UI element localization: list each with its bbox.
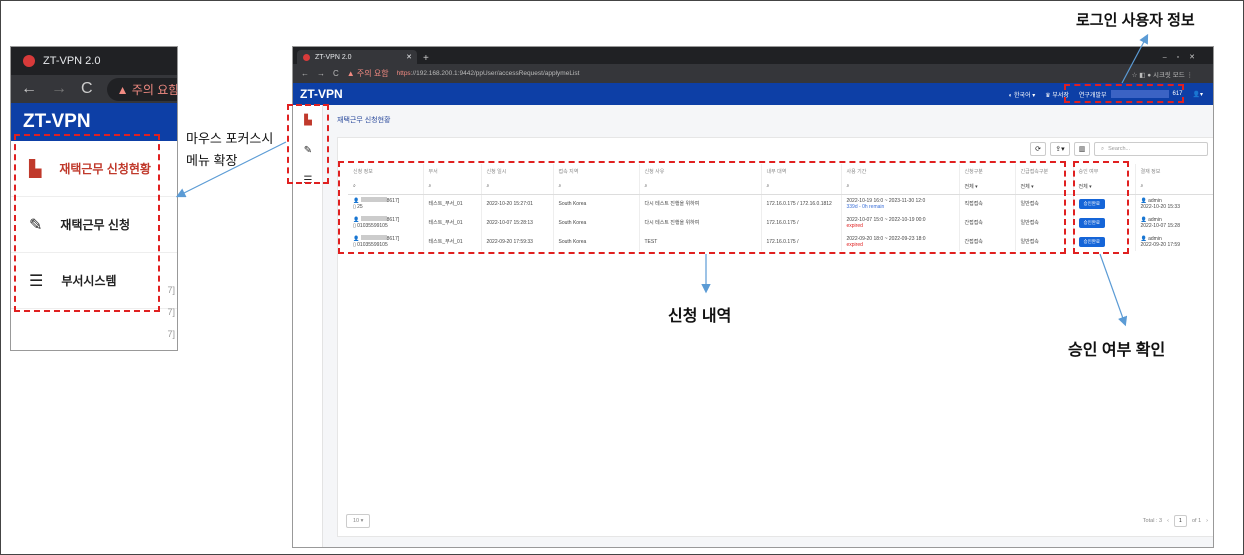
next-page-icon[interactable]: › bbox=[1206, 518, 1208, 524]
reload-icon[interactable]: C bbox=[81, 80, 93, 98]
reload-icon[interactable]: C bbox=[333, 69, 339, 78]
cut-off-text: 7] 7] 7] bbox=[167, 285, 175, 339]
table-footer: 10 ▾ Total : 3 ‹ 1 of 1 › bbox=[346, 514, 1208, 528]
approve-date: 2022-09-20 17:59 bbox=[1140, 241, 1180, 248]
user-menu-icon[interactable]: 👤▾ bbox=[1193, 91, 1203, 98]
app-brand[interactable]: ZT-VPN bbox=[300, 87, 343, 101]
current-page[interactable]: 1 bbox=[1173, 515, 1187, 527]
back-icon[interactable]: ← bbox=[301, 69, 309, 78]
page-size-value: 10 bbox=[353, 518, 360, 524]
table-toolbar: ⟳ ⇪▾ ▥ ⌕ Search... bbox=[1030, 142, 1208, 156]
hover-annotation-line2: 메뉴 확장 bbox=[186, 153, 238, 168]
pagination: Total : 3 ‹ 1 of 1 › bbox=[1143, 515, 1208, 527]
col-approver[interactable]: 결재 정보 bbox=[1135, 164, 1213, 179]
login-info-annotation: 로그인 사용자 정보 bbox=[1076, 12, 1195, 29]
approve-date: 2022-10-20 15:33 bbox=[1140, 203, 1180, 210]
browser-tab-title: ZT-VPN 2.0 bbox=[315, 53, 352, 61]
language-label: 한국어 bbox=[1014, 92, 1031, 99]
main-screenshot: ZT-VPN 2.0 ✕ + –▫✕ ← → C ▲ 주의 요함 https://… bbox=[292, 46, 1214, 548]
refresh-icon[interactable]: ⟳ bbox=[1030, 142, 1046, 156]
cell-approver: 👤 admin 2022-10-07 15:28 bbox=[1135, 213, 1213, 232]
approval-highlight bbox=[1073, 161, 1129, 254]
security-warning-label: 주의 요함 bbox=[131, 82, 178, 97]
close-tab-icon[interactable]: ✕ bbox=[406, 53, 412, 61]
language-selector[interactable]: ◐ 한국어 ▾ bbox=[1009, 90, 1036, 99]
login-info-highlight bbox=[1064, 84, 1184, 103]
zoom-brand: ZT-VPN bbox=[23, 111, 91, 132]
page-title: 재택근무 신청현황 bbox=[337, 117, 391, 124]
zoom-address-bar: ← → C ▲ 주의 요함 bbox=[11, 75, 177, 103]
columns-icon[interactable]: ▥ bbox=[1074, 142, 1090, 156]
page-of: of 1 bbox=[1191, 518, 1202, 524]
zoom-menu-highlight bbox=[14, 134, 160, 312]
url-field[interactable]: https://192.168.200.1:9442/ppUser/access… bbox=[397, 70, 580, 77]
page-size-select[interactable]: 10 ▾ bbox=[346, 514, 371, 528]
cell-approver: 👤 admin 2022-10-20 15:33 bbox=[1135, 194, 1213, 213]
search-placeholder: Search... bbox=[1108, 146, 1131, 152]
new-tab-icon[interactable]: + bbox=[423, 53, 429, 64]
app-logo-icon bbox=[303, 53, 310, 61]
total-count: Total : 3 bbox=[1142, 518, 1163, 524]
sidebar-highlight bbox=[287, 104, 329, 184]
forward-icon[interactable]: → bbox=[51, 80, 67, 98]
browser-tab-bar: ZT-VPN 2.0 ✕ + –▫✕ bbox=[293, 47, 1213, 64]
security-warning-label: 주의 요함 bbox=[356, 69, 389, 78]
export-icon[interactable]: ⇪▾ bbox=[1050, 142, 1070, 156]
cell-approver: 👤 admin 2022-09-20 17:59 bbox=[1135, 232, 1213, 251]
profile-badge[interactable]: ☆ ◧ ● 시크릿 모드 ⋮ bbox=[1132, 69, 1213, 79]
hover-annotation-line1: 마우스 포커스시 bbox=[186, 131, 274, 146]
address-bar: ← → C ▲ 주의 요함 https://192.168.200.1:9442… bbox=[293, 64, 1213, 83]
browser-tab[interactable]: ZT-VPN 2.0 ✕ bbox=[297, 50, 417, 64]
prev-page-icon[interactable]: ‹ bbox=[1167, 518, 1169, 524]
history-annotation: 신청 내역 bbox=[668, 308, 732, 325]
filter-approver[interactable]: ⌕ bbox=[1135, 179, 1213, 195]
url-path: ://192.168.200.1:9442/ppUser/accessReque… bbox=[410, 70, 580, 77]
profile-label: 시크릿 모드 bbox=[1152, 71, 1185, 79]
back-icon[interactable]: ← bbox=[21, 80, 37, 98]
security-warning[interactable]: ▲ 주의 요함 bbox=[106, 77, 178, 101]
history-highlight bbox=[338, 161, 1066, 254]
approval-annotation: 승인 여부 확인 bbox=[1068, 342, 1166, 359]
window-controls[interactable]: –▫✕ bbox=[1163, 53, 1213, 64]
search-input[interactable]: ⌕ Search... bbox=[1094, 142, 1208, 156]
security-warning[interactable]: ▲ 주의 요함 bbox=[347, 68, 389, 79]
zoom-tab-bar: ZT-VPN 2.0 bbox=[11, 47, 177, 75]
zoom-tab-title[interactable]: ZT-VPN 2.0 bbox=[43, 55, 100, 67]
url-scheme: https bbox=[396, 70, 411, 77]
approve-date: 2022-10-07 15:28 bbox=[1140, 222, 1180, 229]
forward-icon[interactable]: → bbox=[317, 69, 325, 78]
app-logo-icon bbox=[23, 55, 35, 67]
